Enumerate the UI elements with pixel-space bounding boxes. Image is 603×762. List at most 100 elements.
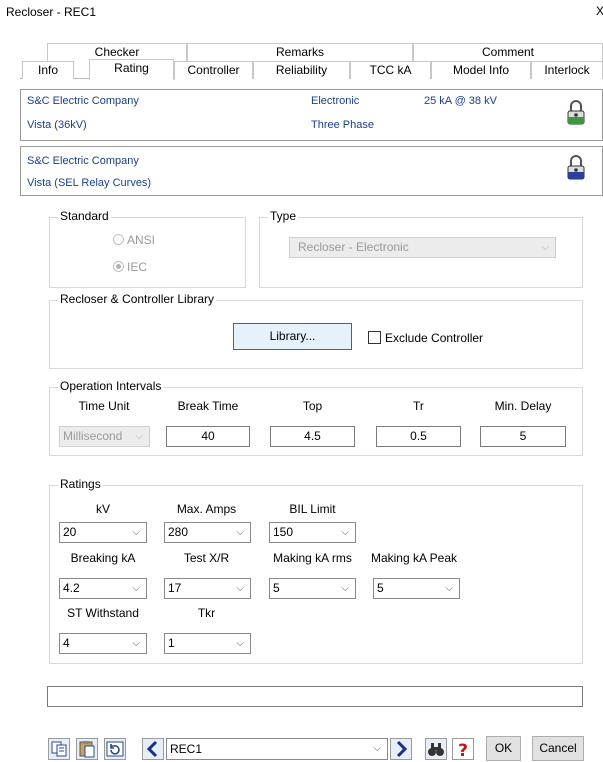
- standard-legend: Standard: [58, 209, 111, 223]
- tab-reliability[interactable]: Reliability: [253, 61, 350, 79]
- tr-label: Tr: [413, 399, 424, 413]
- chevron-down-icon: ⌵: [373, 743, 381, 754]
- max-amps-dropdown[interactable]: 280 ⌵: [164, 522, 251, 543]
- recloser-info-panel: S&C Electric Company Vista (36kV) Electr…: [20, 89, 603, 141]
- iec-label: IEC: [127, 260, 148, 274]
- chevron-down-icon: ⌵: [132, 527, 140, 538]
- chevron-down-icon: ⌵: [341, 583, 349, 594]
- breaking-ka-value: 4.2: [63, 581, 80, 595]
- ansi-label: ANSI: [127, 233, 156, 247]
- tab-controller[interactable]: Controller: [174, 61, 253, 79]
- making-ka-peak-label: Making kA Peak: [370, 551, 458, 565]
- ratings-legend: Ratings: [58, 477, 103, 491]
- ok-button[interactable]: OK: [486, 736, 521, 761]
- chevron-down-icon: ⌵: [236, 638, 244, 649]
- test-xr-value: 17: [168, 581, 182, 595]
- controller-manufacturer-label: S&C Electric Company: [27, 155, 139, 167]
- time-unit-dropdown[interactable]: Millisecond ⌵: [59, 426, 150, 447]
- tr-input[interactable]: 0.5: [376, 426, 461, 447]
- next-icon[interactable]: [390, 738, 412, 760]
- breaking-ka-label: Breaking kA: [70, 551, 136, 565]
- exclude-controller-checkbox[interactable]: Exclude Controller: [368, 331, 483, 345]
- st-withstand-dropdown[interactable]: 4 ⌵: [59, 633, 147, 654]
- rating-label: 25 kA @ 38 kV: [424, 95, 497, 107]
- library-button[interactable]: Library...: [233, 323, 352, 350]
- bil-limit-dropdown[interactable]: 150 ⌵: [269, 522, 356, 543]
- chevron-down-icon: ⌵: [445, 583, 453, 594]
- type-legend: Type: [268, 209, 299, 223]
- breaking-ka-dropdown[interactable]: 4.2 ⌵: [59, 578, 147, 599]
- time-unit-value: Millisecond: [63, 429, 123, 443]
- st-withstand-label: ST Withstand: [67, 606, 139, 620]
- status-field[interactable]: [47, 686, 583, 707]
- cancel-button[interactable]: Cancel: [532, 736, 584, 761]
- st-withstand-value: 4: [63, 636, 70, 650]
- kv-value: 20: [63, 525, 77, 539]
- copy-icon[interactable]: [48, 738, 70, 760]
- making-ka-peak-value: 5: [377, 581, 384, 595]
- bil-limit-value: 150: [273, 525, 294, 539]
- svg-text:?: ?: [458, 741, 468, 759]
- previous-icon[interactable]: [142, 738, 164, 760]
- time-unit-label: Time Unit: [78, 399, 130, 413]
- standard-group: [49, 217, 246, 288]
- window-title: Recloser - REC1: [6, 5, 97, 19]
- min-delay-input[interactable]: 5: [480, 426, 566, 447]
- model-label: Vista (36kV): [27, 119, 87, 131]
- undo-icon[interactable]: [104, 738, 126, 760]
- chevron-down-icon: ⌵: [135, 431, 143, 442]
- min-delay-label: Min. Delay: [494, 399, 552, 413]
- iec-radio[interactable]: IEC: [113, 260, 147, 274]
- phase-label: Three Phase: [311, 119, 374, 131]
- break-time-label: Break Time: [177, 399, 239, 413]
- tab-comment[interactable]: Comment: [413, 43, 603, 61]
- lock-icon[interactable]: [566, 155, 586, 181]
- lock-icon[interactable]: [566, 100, 586, 126]
- element-id-dropdown[interactable]: REC1 ⌵: [166, 738, 388, 760]
- max-amps-value: 280: [168, 525, 189, 539]
- top-input[interactable]: 4.5: [270, 426, 355, 447]
- break-time-input[interactable]: 40: [166, 426, 250, 447]
- controller-info-panel: S&C Electric Company Vista (SEL Relay Cu…: [20, 146, 603, 196]
- making-ka-rms-label: Making kA rms: [273, 551, 352, 565]
- type-dropdown[interactable]: Recloser - Electronic ⌵: [289, 237, 556, 258]
- help-icon[interactable]: ?: [452, 738, 474, 761]
- tab-tcc-ka[interactable]: TCC kA: [350, 61, 431, 79]
- kv-dropdown[interactable]: 20 ⌵: [59, 522, 147, 543]
- ansi-radio[interactable]: ANSI: [113, 233, 155, 247]
- tab-interlock[interactable]: Interlock: [531, 61, 603, 79]
- chevron-down-icon: ⌵: [236, 527, 244, 538]
- chevron-down-icon: ⌵: [132, 638, 140, 649]
- tab-remarks[interactable]: Remarks: [187, 43, 413, 61]
- library-legend: Recloser & Controller Library: [58, 292, 217, 306]
- kv-label: kV: [95, 502, 110, 516]
- tab-model-info[interactable]: Model Info: [431, 61, 531, 79]
- controller-model-label: Vista (SEL Relay Curves): [27, 177, 152, 189]
- making-ka-rms-value: 5: [273, 581, 280, 595]
- paste-icon[interactable]: [76, 738, 98, 760]
- chevron-down-icon: ⌵: [236, 583, 244, 594]
- element-id-value: REC1: [170, 742, 203, 756]
- kind-label: Electronic: [311, 95, 360, 107]
- chevron-down-icon: ⌵: [132, 583, 140, 594]
- type-value: Recloser - Electronic: [298, 240, 409, 254]
- tab-info[interactable]: Info: [22, 61, 74, 79]
- exclude-controller-label: Exclude Controller: [385, 331, 484, 345]
- test-xr-dropdown[interactable]: 17 ⌵: [164, 578, 251, 599]
- chevron-down-icon: ⌵: [341, 527, 349, 538]
- max-amps-label: Max. Amps: [176, 502, 237, 516]
- find-icon[interactable]: [425, 738, 447, 760]
- tkr-value: 1: [168, 636, 175, 650]
- making-ka-rms-dropdown[interactable]: 5 ⌵: [269, 578, 356, 599]
- test-xr-label: Test X/R: [183, 551, 230, 565]
- top-label: Top: [302, 399, 323, 413]
- close-button[interactable]: X: [596, 4, 603, 18]
- tkr-label: Tkr: [197, 606, 216, 620]
- chevron-down-icon: ⌵: [541, 242, 549, 253]
- manufacturer-label: S&C Electric Company: [27, 95, 139, 107]
- bil-limit-label: BIL Limit: [289, 502, 336, 516]
- making-ka-peak-dropdown[interactable]: 5 ⌵: [373, 578, 460, 599]
- intervals-legend: Operation Intervals: [58, 379, 164, 393]
- tab-rating[interactable]: Rating: [89, 59, 174, 80]
- tkr-dropdown[interactable]: 1 ⌵: [164, 633, 251, 654]
